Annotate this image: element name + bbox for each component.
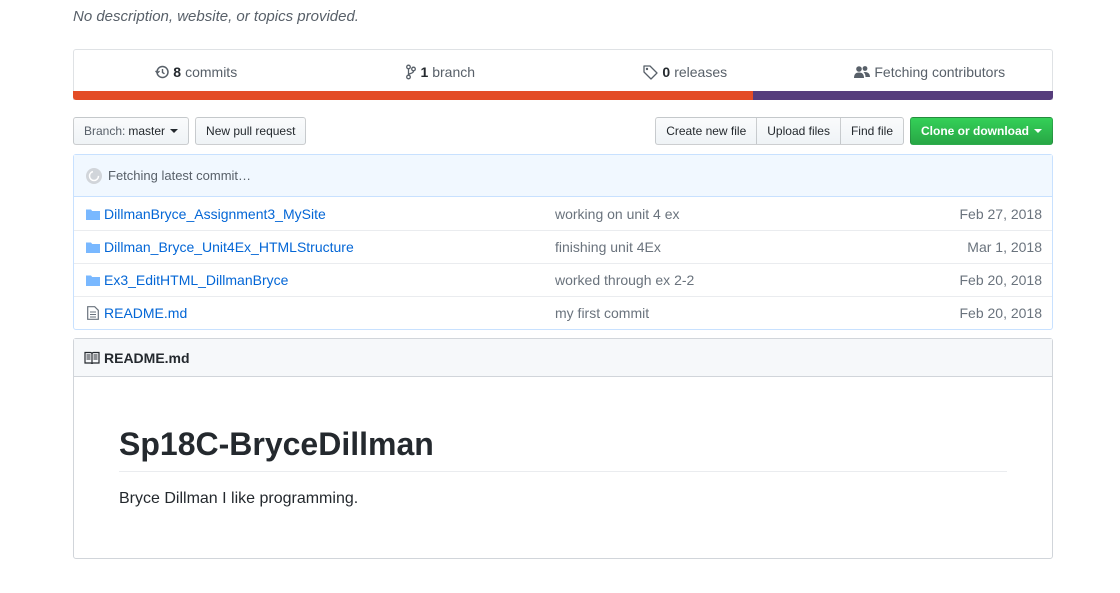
commit-message-link[interactable]: working on unit 4 ex <box>555 206 912 222</box>
file-name-link[interactable]: DillmanBryce_Assignment3_MySite <box>104 206 555 222</box>
branch-prefix: Branch: <box>84 124 126 138</box>
language-segment-0[interactable] <box>73 91 754 100</box>
readme-content: Sp18C-BryceDillman Bryce Dillman I like … <box>74 377 1052 508</box>
find-file-button[interactable]: Find file <box>839 117 904 145</box>
folder-icon <box>74 241 104 253</box>
chevron-down-icon <box>170 129 179 133</box>
commits-label: commits <box>185 64 238 80</box>
file-name-link[interactable]: Ex3_EditHTML_DillmanBryce <box>104 272 555 288</box>
releases-count: 0 <box>662 64 671 80</box>
readme-paragraph: Bryce Dillman I like programming. <box>119 490 359 508</box>
file-actions-group: Create new file Upload files Find file <box>655 117 904 145</box>
file-age: Feb 20, 2018 <box>959 305 1042 321</box>
branches-label: branch <box>432 64 476 80</box>
toolbar-right: Create new file Upload files Find file C… <box>655 117 1053 145</box>
file-age: Mar 1, 2018 <box>967 239 1042 255</box>
file-name-link[interactable]: README.md <box>104 305 555 321</box>
clone-or-download-button[interactable]: Clone or download <box>910 117 1053 145</box>
spinner-icon <box>88 170 100 181</box>
branches-stat[interactable]: 1 branch <box>319 50 564 94</box>
commit-message-link[interactable]: worked through ex 2-2 <box>555 272 912 288</box>
avatar <box>86 167 102 184</box>
table-row: Ex3_EditHTML_DillmanBryce worked through… <box>74 263 1052 296</box>
commit-message-link[interactable]: finishing unit 4Ex <box>555 239 912 255</box>
new-pull-request-button[interactable]: New pull request <box>195 117 307 145</box>
contributors-label: Fetching contributors <box>874 64 1006 80</box>
file-navigation: Fetching latest commit… DillmanBryce_Ass… <box>73 154 1053 330</box>
readme-header: README.md <box>74 339 1052 377</box>
folder-icon <box>74 274 104 286</box>
commit-message-link[interactable]: my first commit <box>555 305 912 321</box>
language-segment-1[interactable] <box>753 91 1053 100</box>
language-bar[interactable] <box>73 91 1053 100</box>
readme-heading: Sp18C-BryceDillman <box>119 425 1007 473</box>
releases-stat[interactable]: 0 releases <box>563 50 808 94</box>
file-age: Feb 27, 2018 <box>959 205 1042 222</box>
create-new-file-button[interactable]: Create new file <box>655 117 758 145</box>
branches-count: 1 <box>420 64 429 80</box>
file-icon <box>74 306 104 320</box>
table-row: Dillman_Bryce_Unit4Ex_HTMLStructure fini… <box>74 230 1052 263</box>
commits-stat[interactable]: 8 commits <box>74 50 319 94</box>
commit-tease: Fetching latest commit… <box>74 155 1052 197</box>
branch-icon <box>406 64 417 80</box>
branch-name: master <box>128 124 166 138</box>
upload-files-button[interactable]: Upload files <box>756 117 841 145</box>
clone-or-download-label: Clone or download <box>921 124 1029 138</box>
repo-description: No description, website, or topics provi… <box>73 8 359 25</box>
table-row: README.md my first commit Feb 20, 2018 <box>74 296 1052 329</box>
history-icon <box>155 65 170 79</box>
file-age: Feb 20, 2018 <box>959 272 1042 288</box>
commits-count: 8 <box>173 64 182 80</box>
folder-icon <box>74 208 104 220</box>
chevron-down-icon <box>1034 129 1042 133</box>
readme-filename: README.md <box>104 349 190 366</box>
people-icon <box>854 66 871 78</box>
releases-label: releases <box>674 64 728 80</box>
file-list: DillmanBryce_Assignment3_MySite working … <box>74 197 1052 329</box>
commit-tease-text: Fetching latest commit… <box>108 168 252 183</box>
table-row: DillmanBryce_Assignment3_MySite working … <box>74 197 1052 230</box>
branch-select-button[interactable]: Branch: master <box>73 117 190 145</box>
contributors-stat[interactable]: Fetching contributors <box>808 50 1053 94</box>
file-name-link[interactable]: Dillman_Bryce_Unit4Ex_HTMLStructure <box>104 239 555 255</box>
readme-panel: README.md Sp18C-BryceDillman Bryce Dillm… <box>73 338 1053 559</box>
book-icon <box>84 351 100 364</box>
tag-icon <box>643 65 659 80</box>
toolbar-left: Branch: master New pull request <box>73 117 307 145</box>
